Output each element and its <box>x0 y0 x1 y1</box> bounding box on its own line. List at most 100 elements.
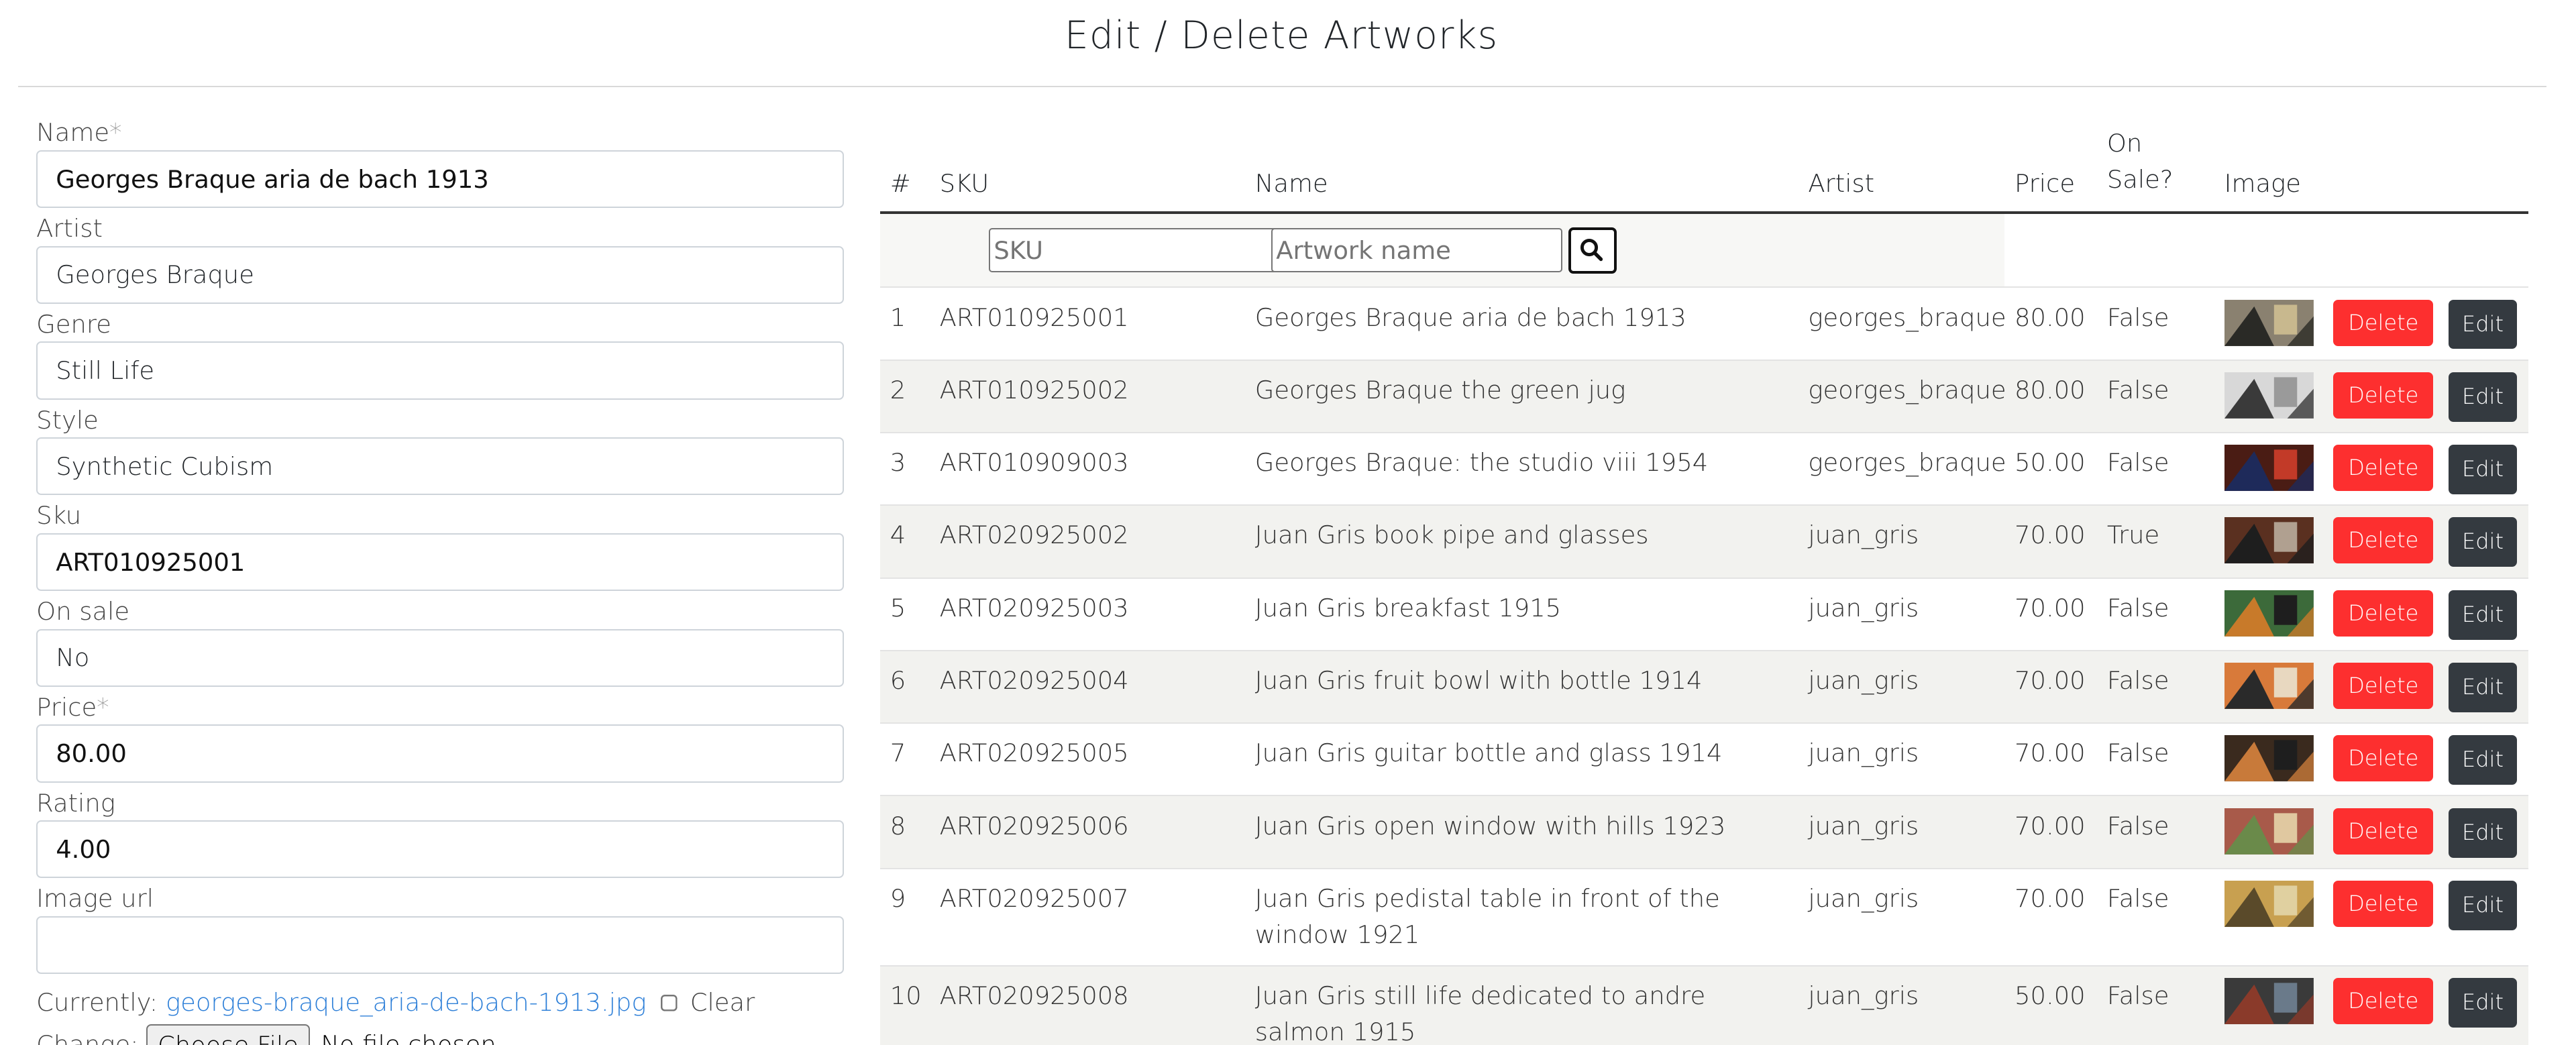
row-delete-cell: Delete <box>2323 795 2438 868</box>
edit-button[interactable]: Edit <box>2449 978 2517 1028</box>
row-edit-cell: Edit <box>2439 795 2528 868</box>
delete-button[interactable]: Delete <box>2333 590 2434 637</box>
table-row: 9 ART020925007 Juan Gris pedistal table in… <box>879 868 2528 966</box>
header-edit <box>2438 115 2528 215</box>
delete-button[interactable]: Delete <box>2333 663 2434 709</box>
field-input[interactable] <box>36 820 844 879</box>
row-sku: ART020925004 <box>939 666 1129 696</box>
edit-button[interactable]: Edit <box>2449 880 2517 930</box>
row-edit-cell: Edit <box>2439 651 2528 723</box>
field-input[interactable] <box>36 341 844 400</box>
header-artist: Artist <box>1798 115 2005 215</box>
change-label: Change: <box>36 1030 139 1045</box>
row-delete-cell: Delete <box>2323 360 2438 433</box>
search-icon <box>1580 239 1603 262</box>
field-input[interactable] <box>36 437 844 496</box>
clear-image-checkbox[interactable] <box>661 994 680 1013</box>
field-input[interactable] <box>36 533 844 592</box>
delete-button[interactable]: Delete <box>2333 978 2434 1025</box>
row-number: 6 <box>890 666 906 696</box>
field-label-text: Price <box>36 692 97 722</box>
filter-sku-cell <box>929 213 1280 288</box>
field-label-text: Style <box>36 405 99 435</box>
current-image-link[interactable]: georges-braque_aria-de-bach-1913.jpg <box>166 988 647 1017</box>
artworks-table-body: 1 ART010925001 Georges Braque aria de bach… <box>879 287 2528 1045</box>
choose-file-button[interactable]: Choose File <box>146 1024 310 1045</box>
row-image-cell <box>2214 795 2323 868</box>
row-edit-cell: Edit <box>2439 505 2528 578</box>
required-marker: * <box>97 692 109 722</box>
delete-button[interactable]: Delete <box>2333 735 2434 782</box>
row-number: 5 <box>890 593 906 622</box>
header-delete <box>2323 115 2439 215</box>
delete-button[interactable]: Delete <box>2333 880 2434 927</box>
edit-button[interactable]: Edit <box>2449 808 2517 858</box>
row-artist: juan_gris <box>1808 593 1919 622</box>
field-input[interactable] <box>36 150 844 209</box>
artwork-name-filter-input[interactable] <box>1271 227 1562 273</box>
row-image-cell <box>2214 360 2323 433</box>
row-artist: georges_braque <box>1808 302 2006 332</box>
edit-button[interactable]: Edit <box>2449 372 2517 422</box>
field-label: On sale <box>36 594 844 629</box>
artwork-thumbnail <box>2224 978 2314 1025</box>
row-name: Georges Braque aria de bach 1913 <box>1254 302 1686 332</box>
artwork-thumbnail <box>2224 445 2314 492</box>
field-label: Image url <box>36 881 844 916</box>
row-edit-cell: Edit <box>2439 723 2528 795</box>
delete-button[interactable]: Delete <box>2333 808 2434 855</box>
row-onsale: False <box>2106 302 2169 332</box>
edit-button[interactable]: Edit <box>2449 735 2517 785</box>
form-fields: Name*ArtistGenreStyleSkuOn salePrice*Rat… <box>36 115 844 975</box>
field-input[interactable] <box>36 628 844 687</box>
row-artist: juan_gris <box>1808 981 1919 1011</box>
field-label-text: Sku <box>36 501 82 531</box>
delete-button[interactable]: Delete <box>2333 445 2434 492</box>
row-onsale: False <box>2106 811 2169 840</box>
filter-empty <box>2004 213 2528 288</box>
row-name: Juan Gris book pipe and glasses <box>1254 520 1649 550</box>
artworks-table: # SKU Name Artist Price On Sale? Image S… <box>879 115 2528 1045</box>
row-number: 2 <box>890 375 906 404</box>
edit-button[interactable]: Edit <box>2449 517 2517 567</box>
field-input[interactable] <box>36 916 844 975</box>
row-image-cell <box>2214 505 2323 578</box>
artworks-table-container: # SKU Name Artist Price On Sale? Image S… <box>879 115 2528 1045</box>
table-row: 7 ART020925005 Juan Gris guitar bottle and… <box>879 723 2528 795</box>
edit-button[interactable]: Edit <box>2449 590 2517 640</box>
header-onsale-line2: Sale? <box>2106 165 2174 195</box>
row-artist: juan_gris <box>1808 520 1919 550</box>
sku-filter-input[interactable] <box>989 227 1280 273</box>
edit-button[interactable]: Edit <box>2449 663 2517 712</box>
filter-row <box>879 213 2528 288</box>
delete-button[interactable]: Delete <box>2333 299 2434 346</box>
row-name: Juan Gris breakfast 1915 <box>1254 593 1562 622</box>
table-row: 4 ART020925002 Juan Gris book pipe and gla… <box>879 505 2528 578</box>
delete-button[interactable]: Delete <box>2333 372 2434 419</box>
row-image-cell <box>2214 966 2323 1045</box>
row-sku: ART020925003 <box>939 593 1129 622</box>
row-edit-cell: Edit <box>2439 287 2528 360</box>
row-sku: ART020925006 <box>939 811 1129 840</box>
row-name: Juan Gris still life dedicated to andre … <box>1254 981 1706 1045</box>
field-label-text: Artist <box>36 214 103 243</box>
delete-button[interactable]: Delete <box>2333 517 2434 564</box>
row-onsale: False <box>2106 883 2169 913</box>
row-delete-cell: Delete <box>2323 723 2438 795</box>
row-delete-cell: Delete <box>2323 966 2438 1045</box>
row-sku: ART010925001 <box>939 302 1129 332</box>
field-input[interactable] <box>36 724 844 783</box>
artwork-thumbnail <box>2224 299 2314 346</box>
header-price: Price <box>2004 115 2098 215</box>
field-label-text: Rating <box>36 788 115 818</box>
clear-label: Clear <box>690 987 755 1017</box>
row-sku: ART020925002 <box>939 520 1129 550</box>
artwork-thumbnail <box>2224 880 2314 927</box>
row-price: 70.00 <box>2015 666 2086 696</box>
header-num: # <box>879 115 930 215</box>
edit-button[interactable]: Edit <box>2449 445 2517 495</box>
field-input[interactable] <box>36 245 844 304</box>
edit-button[interactable]: Edit <box>2449 299 2517 349</box>
header-onsale: On Sale? <box>2097 115 2214 215</box>
search-button[interactable] <box>1568 227 1617 274</box>
